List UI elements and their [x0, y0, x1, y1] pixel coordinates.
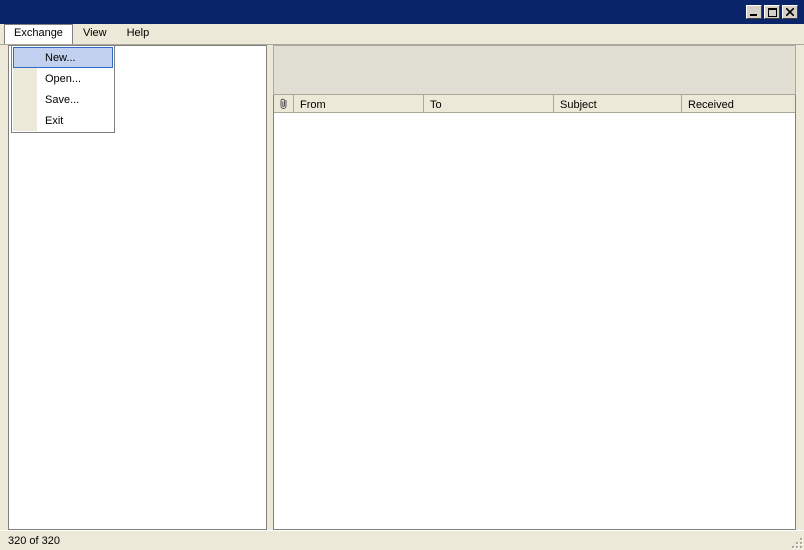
- menu-option-exit[interactable]: Exit: [13, 110, 113, 131]
- menu-option-open[interactable]: Open...: [13, 68, 113, 89]
- statusbar: 320 of 320: [0, 530, 804, 550]
- resize-grip[interactable]: [789, 535, 802, 548]
- paperclip-icon: [279, 98, 289, 110]
- column-from[interactable]: From: [294, 95, 424, 113]
- content-area: From To Subject Received: [8, 45, 796, 530]
- column-subject[interactable]: Subject: [554, 95, 682, 113]
- column-received[interactable]: Received: [682, 95, 795, 113]
- menu-view[interactable]: View: [73, 24, 117, 44]
- minimize-button[interactable]: [746, 5, 762, 19]
- close-button[interactable]: [782, 5, 798, 19]
- message-list: From To Subject Received: [273, 95, 796, 530]
- minimize-icon: [750, 8, 758, 16]
- column-attachment[interactable]: [274, 95, 294, 113]
- menu-help[interactable]: Help: [117, 24, 160, 44]
- menu-option-save[interactable]: Save...: [13, 89, 113, 110]
- titlebar: [0, 0, 804, 24]
- maximize-icon: [768, 8, 777, 17]
- close-icon: [786, 8, 794, 16]
- column-headers: From To Subject Received: [274, 95, 795, 113]
- menu-option-new[interactable]: New...: [13, 47, 113, 68]
- status-text: 320 of 320: [8, 535, 60, 547]
- menu-exchange[interactable]: Exchange: [4, 24, 73, 44]
- exchange-menu-dropdown: New... Open... Save... Exit: [11, 45, 115, 133]
- right-pane-header: [273, 45, 796, 95]
- menubar: Exchange View Help: [0, 24, 804, 45]
- right-pane: From To Subject Received: [273, 45, 796, 530]
- column-to[interactable]: To: [424, 95, 554, 113]
- maximize-button[interactable]: [764, 5, 780, 19]
